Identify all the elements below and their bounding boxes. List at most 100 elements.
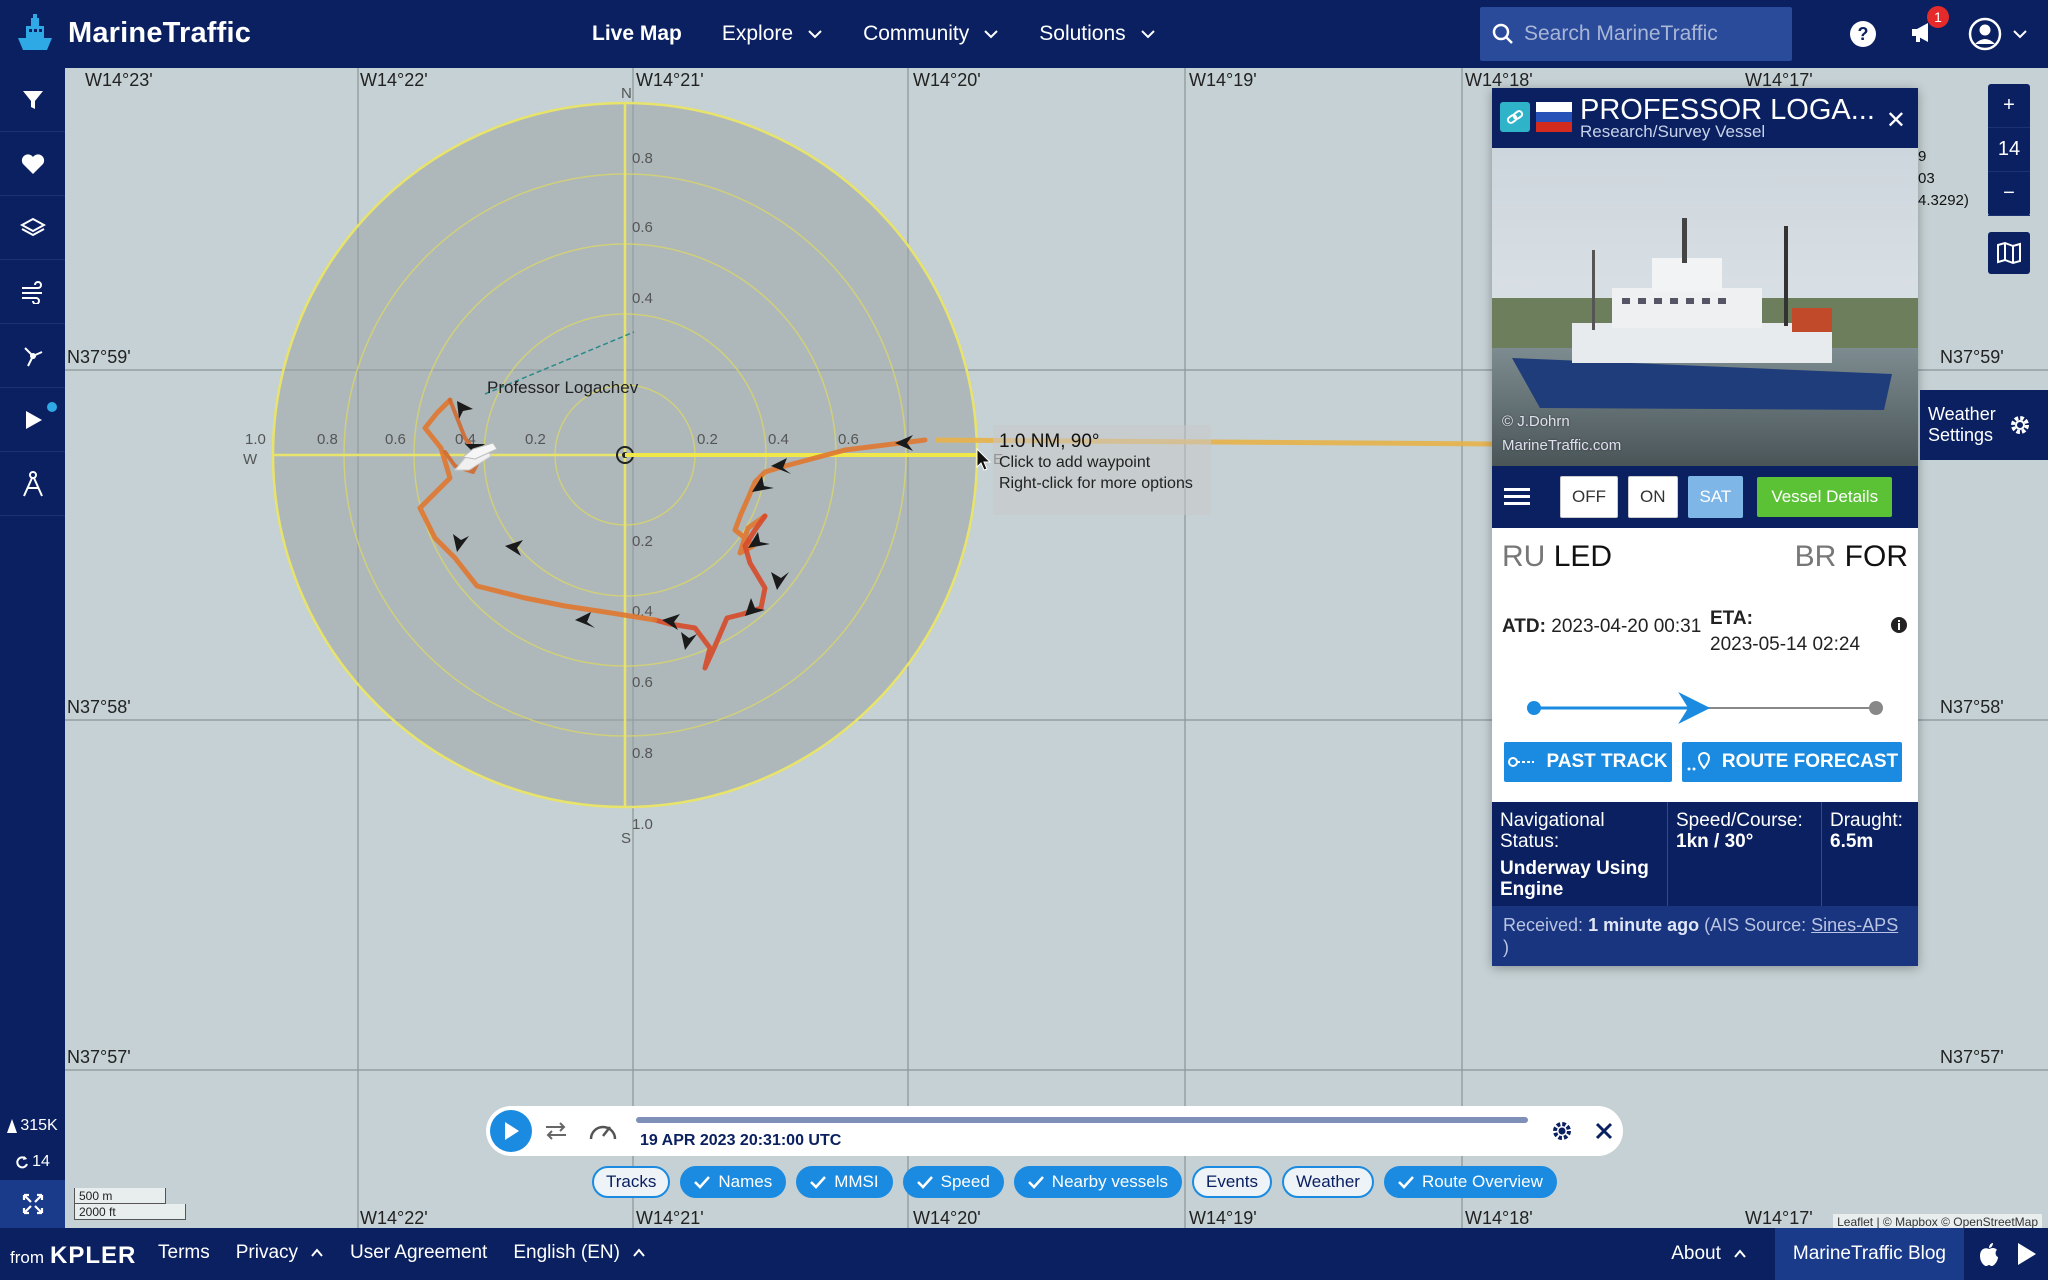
nav-label: Solutions	[1039, 22, 1126, 45]
help-icon[interactable]: ?	[1848, 19, 1878, 49]
received-value: 1 minute ago	[1588, 915, 1700, 935]
arrival-country: BR	[1794, 540, 1837, 573]
nav-live-map[interactable]: Live Map	[592, 22, 682, 46]
footer-link-privacy[interactable]: Privacy	[236, 1242, 324, 1264]
nav-explore[interactable]: Explore	[722, 22, 823, 46]
info-icon[interactable]	[1890, 616, 1908, 634]
search-input[interactable]	[1524, 22, 1784, 46]
chevron-down-icon	[984, 30, 998, 39]
chip-mmsi[interactable]: MMSI	[796, 1166, 893, 1198]
ring-label: 0.6	[838, 431, 859, 448]
atd-label: ATD:	[1502, 616, 1546, 637]
weather-label-line: Weather	[1928, 404, 1996, 424]
footer-link-user-agreement[interactable]: User Agreement	[350, 1242, 487, 1264]
link-button[interactable]	[1500, 102, 1530, 132]
wind-icon	[21, 280, 42, 304]
ais-source-link[interactable]: Sines-APS	[1811, 915, 1898, 935]
chip-weather[interactable]: Weather	[1282, 1166, 1374, 1198]
language-selector[interactable]: English (EN)	[513, 1242, 646, 1264]
lon-label-bottom: W14°17'	[1745, 1208, 1813, 1228]
vessel-photo[interactable]: © J.Dohrn MarineTraffic.com	[1492, 148, 1918, 466]
map-type-button[interactable]	[1988, 232, 2030, 274]
logo[interactable]: MarineTraffic	[12, 10, 251, 56]
playback-button[interactable]	[0, 388, 65, 452]
play-button[interactable]	[490, 1110, 532, 1152]
cardinal-s: S	[621, 830, 631, 847]
svg-text:?: ?	[1858, 24, 1869, 44]
atd: ATD: 2023-04-20 00:31	[1502, 616, 1701, 638]
filter-button[interactable]	[0, 68, 65, 132]
footer-link-terms[interactable]: Terms	[158, 1242, 210, 1264]
footer: from KPLER Terms Privacy User Agreement …	[0, 1228, 2048, 1280]
arrival-port[interactable]: BR FOR	[1795, 540, 1908, 574]
zoom-controls: + 14 −	[1988, 84, 2030, 216]
speedometer-icon[interactable]	[588, 1117, 618, 1145]
apple-icon[interactable]	[1978, 1241, 2000, 1267]
chip-events[interactable]: Events	[1192, 1166, 1272, 1198]
lon-label-bottom: W14°18'	[1465, 1208, 1533, 1228]
departure-port[interactable]: RU LED	[1502, 540, 1612, 574]
layers-icon	[19, 217, 46, 236]
compass-button[interactable]	[0, 452, 65, 516]
layers-button[interactable]	[0, 196, 65, 260]
notifications-button[interactable]: 1	[1908, 5, 1949, 52]
ring-label: 0.4	[632, 290, 653, 307]
fullscreen-button[interactable]	[0, 1180, 65, 1228]
search-icon	[1492, 23, 1513, 44]
toggle-off[interactable]: OFF	[1560, 476, 1618, 518]
cardinal-n: N	[621, 85, 632, 102]
received-label: Received:	[1503, 915, 1584, 935]
vessel-details-button[interactable]: Vessel Details	[1757, 477, 1893, 517]
toggle-on[interactable]: ON	[1628, 476, 1678, 518]
footer-about[interactable]: About	[1671, 1243, 1747, 1265]
lat-label-right: N37°59'	[1940, 347, 2004, 367]
ring-label: 1.0	[245, 431, 266, 448]
lat-label: N37°57'	[67, 1047, 131, 1067]
past-track-button[interactable]: PAST TRACK	[1504, 742, 1672, 782]
chip-label: Tracks	[606, 1172, 657, 1191]
vessel-count: 315K	[0, 1108, 65, 1144]
lon-label-bottom: W14°22'	[360, 1208, 428, 1228]
zoom-out-button[interactable]: −	[1988, 172, 2030, 216]
lat-label-right: N37°57'	[1940, 1047, 2004, 1067]
chip-speed[interactable]: Speed	[902, 1166, 1004, 1198]
favorites-button[interactable]	[0, 132, 65, 196]
toggle-sat[interactable]: SAT	[1687, 476, 1744, 518]
departure-country: RU	[1502, 540, 1546, 573]
weather-settings[interactable]: Weather Settings	[1920, 390, 2048, 460]
obscured-text: 4.3292)	[1918, 192, 1969, 209]
play-icon	[505, 1122, 519, 1140]
footer-right: About MarineTraffic Blog	[1671, 1228, 2048, 1280]
vessel-name-label[interactable]: Professor Logachev	[487, 378, 638, 398]
zoom-in-button[interactable]: +	[1988, 84, 2030, 128]
close-icon[interactable]: ✕	[1886, 106, 1906, 135]
playback-bar: 19 APR 2023 20:31:00 UTC	[486, 1106, 1623, 1156]
refresh-count-value: 14	[32, 1153, 50, 1170]
timeline-track[interactable]	[636, 1117, 1528, 1123]
blog-link[interactable]: MarineTraffic Blog	[1774, 1228, 1964, 1280]
draught-value: 6.5m	[1830, 831, 1874, 852]
chip-tracks[interactable]: Tracks	[592, 1166, 671, 1198]
eta-value: 2023-05-14 02:24	[1710, 634, 1861, 655]
google-play-icon[interactable]	[2016, 1242, 2038, 1266]
account-menu[interactable]	[1968, 17, 2028, 51]
measure-button[interactable]	[0, 324, 65, 388]
nav-community[interactable]: Community	[863, 22, 999, 46]
wind-button[interactable]	[0, 260, 65, 324]
check-icon	[1027, 1176, 1044, 1189]
tooltip-hint: Click to add waypoint	[999, 454, 1151, 471]
chip-names[interactable]: Names	[680, 1166, 787, 1198]
vessel-popup: PROFESSOR LOGA... Research/Survey Vessel…	[1492, 88, 1918, 966]
menu-icon[interactable]	[1504, 485, 1530, 509]
lon-label-bottom: W14°19'	[1189, 1208, 1257, 1228]
kpler-brand[interactable]: from KPLER	[10, 1242, 136, 1270]
route-forecast-button[interactable]: ROUTE FORECAST	[1682, 742, 1902, 782]
chip-nearby-vessels[interactable]: Nearby vessels	[1013, 1166, 1183, 1198]
nav-solutions[interactable]: Solutions	[1039, 22, 1155, 46]
chip-route-overview[interactable]: Route Overview	[1383, 1166, 1557, 1198]
gear-icon[interactable]	[1550, 1119, 1574, 1143]
ship-logo-icon	[18, 14, 52, 50]
lat-label: N37°58'	[67, 697, 131, 717]
swap-icon[interactable]	[544, 1120, 568, 1142]
close-icon[interactable]	[1594, 1121, 1614, 1141]
